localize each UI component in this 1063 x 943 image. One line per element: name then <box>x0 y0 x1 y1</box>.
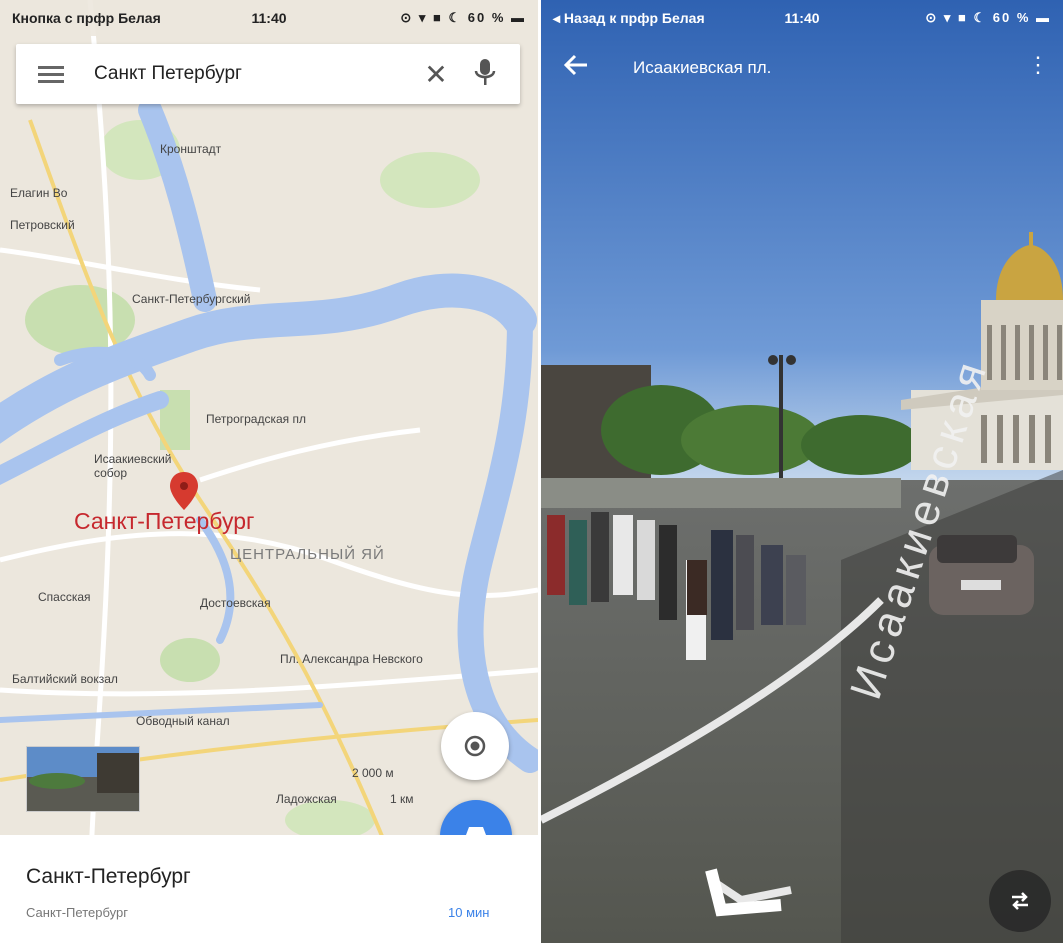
map-label: Балтийский вокзал <box>12 672 118 686</box>
status-time: 11:40 <box>784 10 820 26</box>
park-area <box>285 800 375 840</box>
my-location-icon <box>464 735 486 757</box>
map-label: Кронштадт <box>160 142 222 156</box>
district-label: ЦЕНТРАЛЬНЫЙ ЯЙ <box>230 546 385 563</box>
more-vertical-icon[interactable]: ⋮ <box>1027 52 1049 78</box>
lamp-post <box>779 355 783 495</box>
map-label: Спасская <box>38 590 91 604</box>
map-label: Петровский <box>10 218 75 232</box>
status-icons: ⊙ ▾ ■ ☾ 60 % ▬ <box>400 10 526 25</box>
map-label: Пл. Александра Невского <box>280 652 423 666</box>
city-label: Санкт-Петербург <box>74 508 255 534</box>
tree <box>801 415 921 475</box>
map-label: Ладожская <box>276 792 337 806</box>
close-icon[interactable]: ✕ <box>418 58 454 91</box>
map-label: Петроградская пл <box>206 412 306 426</box>
my-location-button[interactable] <box>441 712 509 780</box>
map-label: Обводный канал <box>136 714 230 728</box>
map-scale-secondary: 1 км <box>390 792 414 806</box>
back-arrow-icon[interactable] <box>563 51 599 85</box>
travel-time[interactable]: 10 мин <box>448 905 489 920</box>
park-area <box>160 638 220 682</box>
menu-icon[interactable] <box>38 62 64 87</box>
status-bar: Кнопка с прфр Белая 11:40 ⊙ ▾ ■ ☾ 60 % ▬ <box>0 0 538 36</box>
park-area <box>380 152 480 208</box>
car <box>929 535 1034 615</box>
street-view-panorama[interactable] <box>541 0 1063 943</box>
status-time: 11:40 <box>251 10 287 26</box>
place-title: Санкт-Петербург <box>26 865 191 888</box>
status-icons: ⊙ ▾ ■ ☾ 60 % ▬ <box>925 10 1051 25</box>
microphone-icon[interactable] <box>474 57 500 92</box>
street-view-header: Исаакиевская пл. ⋮ <box>541 36 1063 100</box>
street-view-screen: Исаакиевская ◂ Назад к прфр Белая 11:40 … <box>541 0 1063 943</box>
place-name: Исаакиевская пл. <box>633 58 772 77</box>
status-carrier: Кнопка с прфр Белая <box>12 10 161 26</box>
map-label: Достоевская <box>200 596 271 610</box>
search-bar[interactable]: Санкт Петербург ✕ <box>16 44 520 104</box>
status-bar: ◂ Назад к прфр Белая 11:40 ⊙ ▾ ■ ☾ 60 % … <box>541 0 1063 36</box>
place-sheet[interactable]: Санкт-Петербург Санкт-Петербург 10 мин <box>0 835 538 943</box>
maps-screen: Кронштадт Елагин Во Петровский Санкт-Пет… <box>0 0 538 943</box>
map-label: Санкт-Петербургский <box>132 292 251 306</box>
search-input[interactable]: Санкт Петербург <box>94 63 418 85</box>
map-label: Елагин Во <box>10 186 68 200</box>
map-scale: 2 000 м <box>352 766 394 780</box>
swap-view-button[interactable] <box>989 870 1051 932</box>
map-label: Исаакиевский собор <box>94 452 172 480</box>
tree <box>681 405 821 475</box>
status-carrier[interactable]: ◂ Назад к прфр Белая <box>553 10 705 27</box>
swap-view-icon <box>1012 892 1028 910</box>
street-view-thumbnail[interactable] <box>26 746 140 812</box>
place-subtitle: Санкт-Петербург <box>26 905 128 920</box>
